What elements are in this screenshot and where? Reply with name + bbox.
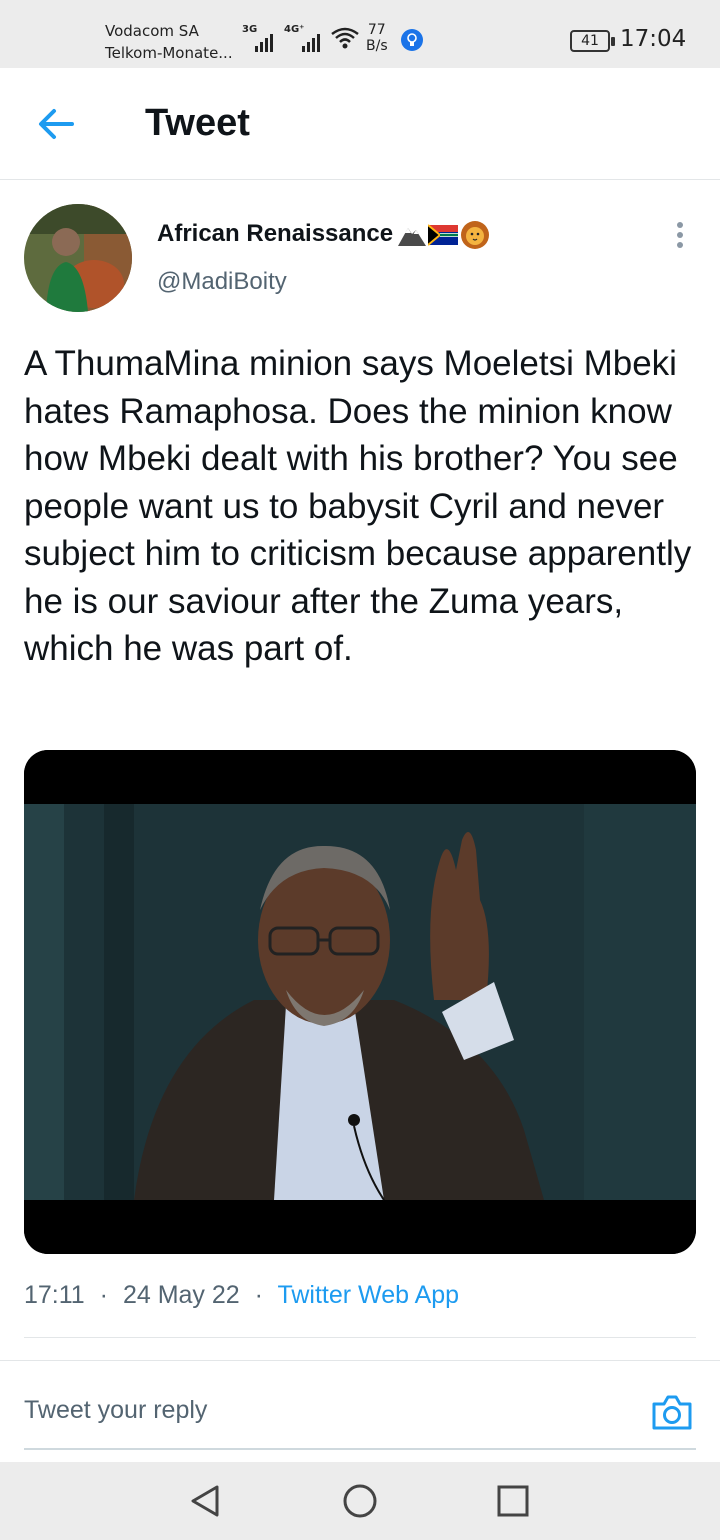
battery-icon: 41 [570,30,615,52]
carrier-2: Telkom-Monate... [105,44,233,62]
arrow-left-icon[interactable] [36,106,76,142]
meta-separator: · [99,1281,108,1309]
status-time: 17:04 [620,26,687,52]
carrier-1: Vodacom SA [105,22,199,40]
signal-3g-icon: 3G [242,24,276,52]
camera-icon[interactable] [650,1390,694,1434]
reply-underline [24,1448,696,1450]
tweet-text: A ThumaMina minion says Moeletsi Mbeki h… [24,344,692,668]
square-recents-icon[interactable] [494,1482,532,1520]
lion-icon [461,221,489,249]
tweet-time: 17:11 [24,1281,85,1309]
divider [24,1337,696,1338]
tweet-date: 24 May 22 [122,1281,240,1309]
divider [0,1360,720,1361]
circle-home-icon[interactable] [341,1482,379,1520]
mountain-icon [398,228,426,246]
bulb-notification-icon [401,29,423,51]
tweet-meta: 17:11 · 24 May 22 · Twitter Web App [24,1281,459,1310]
tweet-source-link[interactable]: Twitter Web App [277,1281,459,1309]
network-speed: 77 B/s [366,22,388,54]
page-title: Tweet [145,102,250,144]
status-bar: Vodacom SA Telkom-Monate... 3G 4G⁺ 77 B/… [0,0,720,68]
meta-separator: · [254,1281,263,1309]
reply-input[interactable]: Tweet your reply [24,1396,207,1425]
author-handle[interactable]: @MadiBoity [157,268,287,296]
signal-4g-icon: 4G⁺ [284,24,324,52]
carrier-info: Vodacom SA Telkom-Monate... [105,20,233,64]
more-options-icon[interactable] [670,222,690,252]
author-name[interactable]: African Renaissance [157,220,393,248]
south-africa-flag-icon [428,224,458,246]
author-emojis [398,220,490,250]
avatar[interactable] [24,204,132,312]
triangle-back-icon[interactable] [186,1482,224,1520]
system-nav-bar [0,1462,720,1540]
tweet-image[interactable] [24,750,696,1254]
wifi-icon [331,27,359,49]
app-header: Tweet [0,68,720,180]
